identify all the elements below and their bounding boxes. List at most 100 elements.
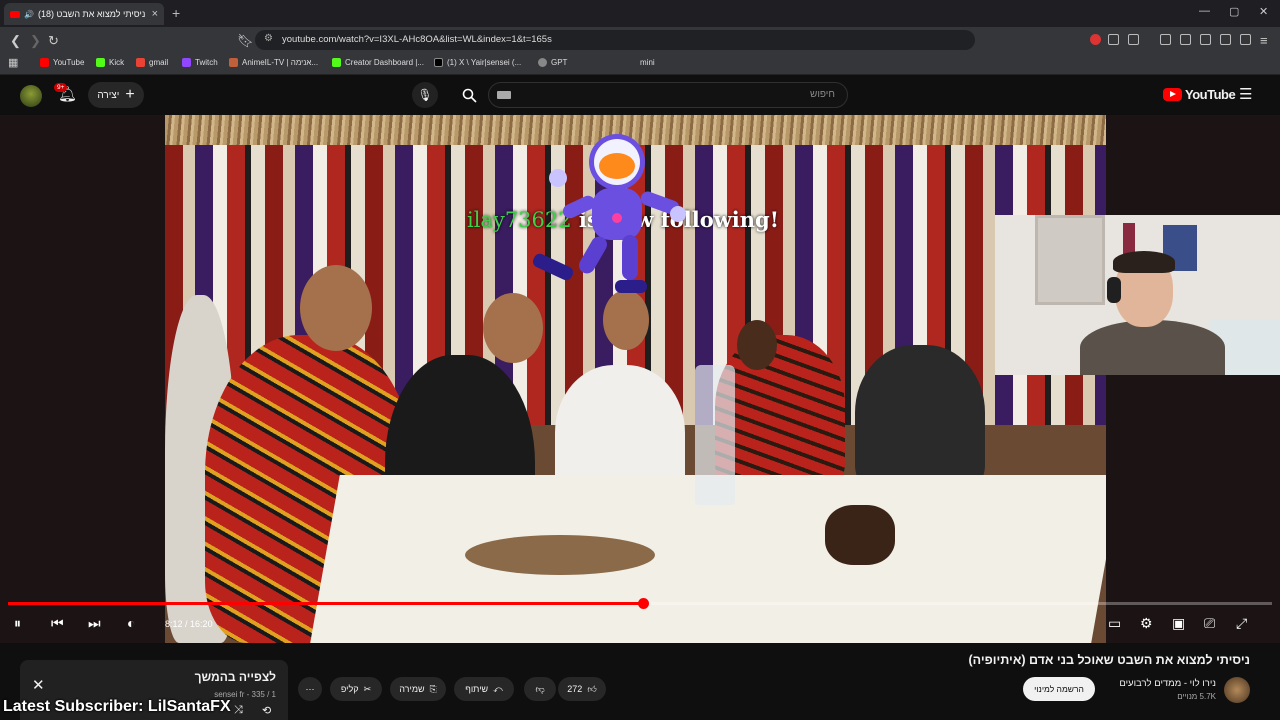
apps-grid-icon[interactable]: ▦ xyxy=(8,56,18,69)
wallet-icon[interactable] xyxy=(1200,34,1211,45)
clip-button[interactable]: ✂ קליפ xyxy=(330,677,382,701)
person xyxy=(855,345,985,495)
browser-tab[interactable]: 🔊 (18) ניסיתי למצוא את השבט × xyxy=(4,3,164,25)
search-input[interactable]: חיפוש xyxy=(488,82,848,108)
ai-icon[interactable] xyxy=(1220,34,1231,45)
search-placeholder: חיפוש xyxy=(810,89,835,100)
hand xyxy=(825,505,895,565)
more-icon: ⋯ xyxy=(305,683,315,694)
thumbs-up-icon: 👍︎ xyxy=(587,683,597,694)
share-button[interactable]: ⤺ שיתוף xyxy=(454,677,514,701)
site-info-icon[interactable]: ⚙︎ xyxy=(264,33,273,44)
person-head xyxy=(737,320,777,370)
share-label: שיתוף xyxy=(465,684,489,694)
volume-icon[interactable]: ◐ xyxy=(127,615,135,631)
window xyxy=(1035,215,1105,305)
previous-icon[interactable]: ⏮︎ xyxy=(51,615,64,632)
hamburger-menu-icon[interactable]: ☰ xyxy=(1239,85,1252,103)
time-display: 8:12 / 16:20 xyxy=(165,619,213,629)
bookmark-kick[interactable]: Kick xyxy=(96,58,124,67)
progress-bar[interactable] xyxy=(8,598,1272,609)
video-player[interactable]: ilay73622 is now following! ⏸︎ ⏮︎ ⏭︎ ◐ 8… xyxy=(0,115,1280,643)
time-current: 8:12 xyxy=(165,619,183,629)
kick-icon xyxy=(332,58,341,67)
scrubber-handle[interactable] xyxy=(637,598,649,609)
close-icon[interactable]: ✕ xyxy=(32,676,45,694)
bookmark-x[interactable]: (1) X \ Yair|sensei (... xyxy=(434,58,521,67)
save-label: שמירה xyxy=(399,684,425,694)
avatar[interactable] xyxy=(20,85,42,107)
minimize-button[interactable]: — xyxy=(1199,5,1210,17)
gmail-icon xyxy=(136,58,145,67)
browser-menu-icon[interactable]: ≡ xyxy=(1260,33,1268,48)
extension-puzzle-icon[interactable] xyxy=(1108,34,1119,45)
miniplayer-icon[interactable]: ▣ xyxy=(1172,615,1185,632)
bookmark-animeil[interactable]: AnimeIL-TV | אנימה... xyxy=(229,58,318,67)
shield-icon[interactable] xyxy=(1240,34,1251,45)
create-label: יצירה xyxy=(97,89,120,101)
new-tab-button[interactable]: + xyxy=(172,5,180,21)
cast-icon[interactable]: ⎚ xyxy=(1204,615,1215,632)
person-head xyxy=(300,265,372,351)
shuffle-icon[interactable]: ⤨ xyxy=(234,704,243,717)
music-icon[interactable] xyxy=(1160,34,1171,45)
next-icon[interactable]: ⏭︎ xyxy=(88,615,101,632)
clip-label: קליפ xyxy=(340,684,359,694)
fullscreen-icon[interactable]: ⤢ xyxy=(1236,615,1247,632)
latest-subscriber-overlay: Latest Subscriber: LilSantaFX xyxy=(3,698,231,715)
forward-icon[interactable]: ❯ xyxy=(30,33,41,49)
sidebar-icon[interactable] xyxy=(1180,34,1191,45)
channel-avatar[interactable] xyxy=(1224,677,1250,703)
bookmark-gemini[interactable]: mini xyxy=(640,58,655,67)
astronaut-icon xyxy=(532,134,686,293)
save-button[interactable]: ⎘ שמירה xyxy=(390,677,446,701)
address-toolbar: ❮ ❯ ↻ 🔖︎ ⚙︎ youtube.com/watch?v=I3XL-AHc… xyxy=(0,27,1280,53)
tab-close-icon[interactable]: × xyxy=(152,8,158,20)
subscribe-button[interactable]: הרשמה למינוי xyxy=(1023,677,1095,701)
search-icon[interactable] xyxy=(452,82,486,108)
close-window-button[interactable]: ✕ xyxy=(1259,5,1268,18)
settings-gear-icon[interactable]: ⚙︎ xyxy=(1140,615,1153,632)
microphone-icon[interactable]: 🎙︎ xyxy=(412,82,438,108)
more-options-button[interactable]: ⋯ xyxy=(298,677,322,701)
bookmarks-bar: ▦ YouTube Kick gmail Twitch AnimeIL-TV |… xyxy=(0,53,1280,75)
speaker-icon[interactable]: 🔊 xyxy=(24,10,34,19)
twitch-icon xyxy=(182,58,191,67)
extension-red-icon[interactable] xyxy=(1090,34,1101,45)
bookmark-save-icon: ⎘ xyxy=(429,683,437,694)
like-button[interactable]: 👍︎ 272 xyxy=(558,677,606,701)
restore-button[interactable]: ▢ xyxy=(1229,5,1239,18)
bookmark-gmail[interactable]: gmail xyxy=(136,58,168,67)
url-field[interactable]: ⚙︎ youtube.com/watch?v=I3XL-AHc8OA&list=… xyxy=(255,30,975,50)
bookmark-icon[interactable]: 🔖︎ xyxy=(237,33,254,49)
streamer-shoulders xyxy=(1080,320,1225,375)
channel-name[interactable]: נירו לוי - ממדים לרבועים xyxy=(1119,678,1216,689)
bookmark-youtube[interactable]: YouTube xyxy=(40,58,84,67)
subtitles-icon[interactable]: ▭ xyxy=(1108,615,1121,632)
youtube-play-icon xyxy=(1163,88,1182,101)
notification-badge: 9+ xyxy=(54,83,68,92)
youtube-icon xyxy=(40,58,49,67)
youtube-header: 🔔︎ 9+ יצירה + 🎙︎ חיפוש YouTube ☰ xyxy=(0,75,1280,115)
subscriber-count: 5.7K מנויים xyxy=(1177,692,1216,701)
keyboard-icon[interactable] xyxy=(497,91,511,99)
url-text: youtube.com/watch?v=I3XL-AHc8OA&list=WL&… xyxy=(282,34,552,45)
webcam-overlay xyxy=(995,215,1280,375)
scissors-icon: ✂ xyxy=(363,683,372,694)
bookmark-gpt[interactable]: GPT xyxy=(538,58,567,67)
youtube-logo[interactable]: YouTube xyxy=(1163,87,1236,102)
pause-icon[interactable]: ⏸︎ xyxy=(14,615,21,632)
kick-icon xyxy=(96,58,105,67)
reload-icon[interactable]: ↻ xyxy=(48,33,59,49)
chatgpt-icon xyxy=(538,58,547,67)
repeat-icon[interactable]: ⟲ xyxy=(262,704,271,717)
bookmark-twitch[interactable]: Twitch xyxy=(182,58,218,67)
x-icon xyxy=(434,58,443,67)
bookmark-creator-dashboard[interactable]: Creator Dashboard |... xyxy=(332,58,424,67)
back-icon[interactable]: ❮ xyxy=(10,33,21,49)
create-button[interactable]: יצירה + xyxy=(88,82,144,108)
bottle xyxy=(695,365,735,505)
tab-title: (18) ניסיתי למצוא את השבט xyxy=(37,9,146,19)
extension-icon[interactable] xyxy=(1128,34,1139,45)
dislike-button[interactable]: 👎︎ xyxy=(524,677,556,701)
